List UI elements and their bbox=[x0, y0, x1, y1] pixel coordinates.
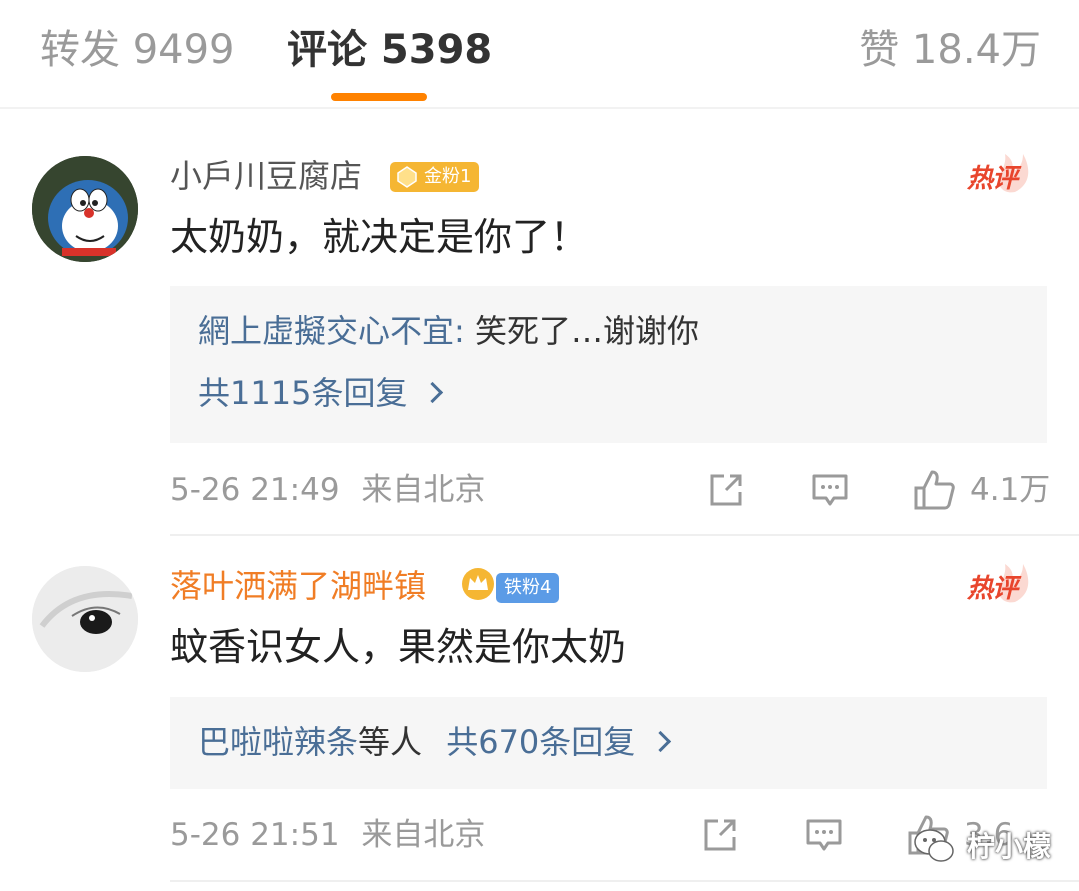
reply-author[interactable]: 網上虛擬交心不宜: bbox=[198, 312, 465, 350]
watermark-text: 柠小檬 bbox=[966, 830, 1051, 863]
comment-divider bbox=[170, 534, 1079, 536]
reply-preview[interactable]: 巴啦啦辣条等人 共670条回复 bbox=[170, 697, 1047, 789]
doraemon-avatar-icon bbox=[32, 156, 138, 262]
reply-author[interactable]: 巴啦啦辣条 bbox=[198, 723, 358, 761]
reply-count-label: 共1115条回复 bbox=[198, 374, 408, 412]
comment-text: 太奶奶，就决定是你了！ bbox=[170, 215, 589, 259]
comment-divider bbox=[170, 880, 1079, 882]
vip-crown-icon[interactable] bbox=[460, 566, 496, 602]
comment-location: 来自北京 bbox=[361, 817, 486, 853]
watermark: 柠小檬 bbox=[913, 820, 1051, 870]
chevron-right-icon bbox=[650, 730, 672, 753]
reply-content: 笑死了…谢谢你 bbox=[464, 312, 699, 350]
chevron-right-icon bbox=[422, 381, 444, 404]
comment-time: 5-26 21:51 bbox=[170, 817, 340, 853]
fan-badge[interactable]: 铁粉4 bbox=[496, 573, 560, 603]
like-count: 4.1万 bbox=[970, 472, 1051, 508]
share-icon[interactable] bbox=[700, 815, 740, 855]
avatar[interactable] bbox=[32, 566, 138, 672]
wechat-icon bbox=[914, 829, 954, 862]
tab-comment[interactable]: 评论 5398 bbox=[287, 20, 492, 80]
active-tab-indicator bbox=[331, 93, 427, 101]
reply-icon[interactable] bbox=[810, 470, 850, 510]
comment-meta: 5-26 21:51 来自北京 bbox=[170, 815, 485, 855]
gold-fan-icon bbox=[397, 166, 417, 188]
view-replies-link[interactable]: 共1115条回复 bbox=[198, 372, 444, 414]
tab-like[interactable]: 赞 18.4万 bbox=[859, 20, 1041, 80]
eye-avatar-icon bbox=[32, 566, 138, 672]
comment-meta: 5-26 21:49 来自北京 bbox=[170, 470, 485, 510]
view-replies-link[interactable]: 共670条回复 bbox=[446, 723, 672, 761]
fan-badge-label: 铁粉4 bbox=[504, 577, 552, 598]
like-icon[interactable] bbox=[912, 468, 956, 512]
tab-repost[interactable]: 转发 9499 bbox=[40, 20, 235, 80]
comment-text: 蚊香识女人，果然是你太奶 bbox=[170, 625, 627, 669]
fan-badge[interactable]: 金粉1 bbox=[390, 162, 480, 192]
avatar[interactable] bbox=[32, 156, 138, 262]
reply-preview[interactable]: 網上虛擬交心不宜: 笑死了…谢谢你 共1115条回复 bbox=[170, 286, 1047, 443]
reply-icon[interactable] bbox=[804, 815, 844, 855]
reply-count-label: 共670条回复 bbox=[446, 723, 636, 761]
hot-comment-badge: 热评 bbox=[965, 150, 1035, 196]
tab-divider bbox=[0, 107, 1079, 109]
reply-line: 網上虛擬交心不宜: 笑死了…谢谢你 bbox=[198, 310, 699, 352]
comment-username[interactable]: 落叶洒满了湖畔镇 bbox=[170, 566, 426, 606]
hot-comment-label: 热评 bbox=[967, 164, 1018, 194]
share-icon[interactable] bbox=[706, 470, 746, 510]
reply-content: 等人 bbox=[358, 723, 423, 761]
comment-time: 5-26 21:49 bbox=[170, 472, 340, 508]
reply-line: 巴啦啦辣条等人 共670条回复 bbox=[198, 721, 672, 763]
comment-location: 来自北京 bbox=[361, 472, 486, 508]
hot-comment-badge: 热评 bbox=[965, 560, 1035, 606]
fan-badge-label: 金粉1 bbox=[424, 166, 472, 187]
hot-comment-label: 热评 bbox=[967, 574, 1018, 604]
comment-username[interactable]: 小戶川豆腐店 bbox=[170, 156, 362, 196]
